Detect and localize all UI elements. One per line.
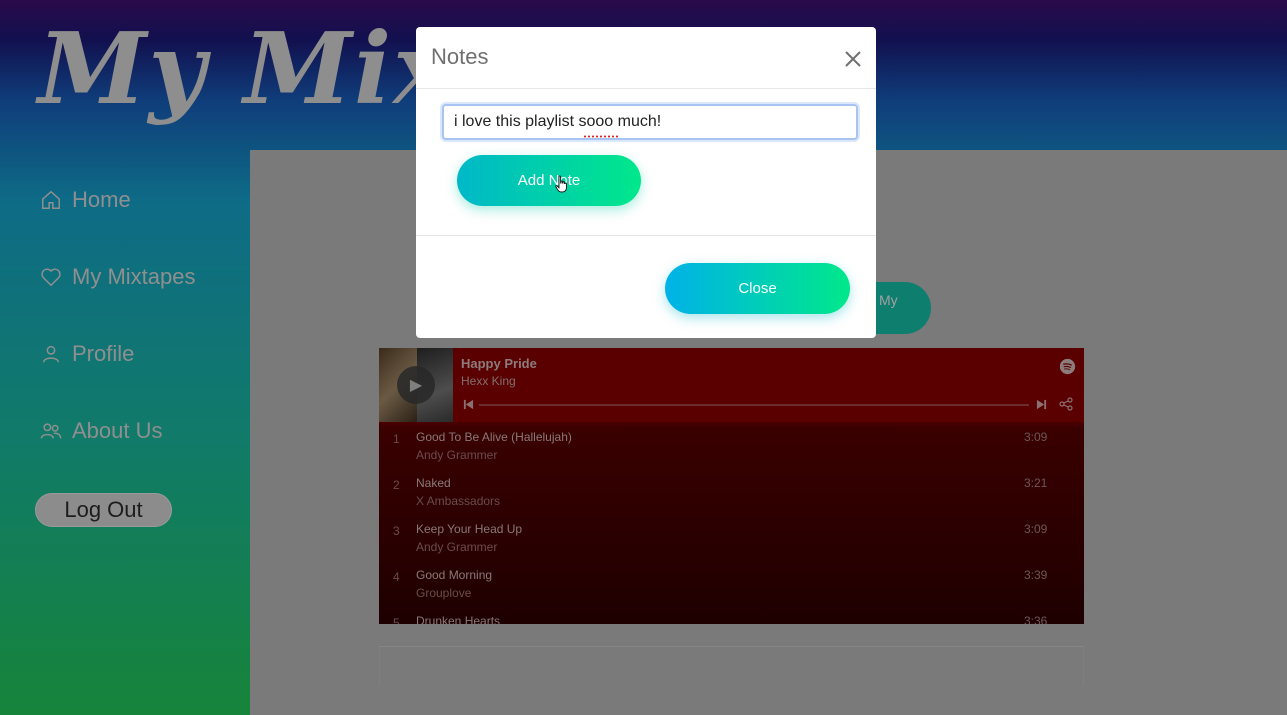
- spotify-icon[interactable]: [1059, 358, 1076, 375]
- track-number: 1: [393, 432, 400, 446]
- modal-title: Notes: [431, 44, 489, 69]
- play-icon: ▶: [409, 377, 423, 394]
- sidebar-item-label: Home: [72, 187, 131, 212]
- share-icon[interactable]: [1059, 397, 1073, 411]
- track-number: 2: [393, 478, 400, 492]
- track-number: 4: [393, 570, 400, 584]
- track-name: Naked: [416, 476, 451, 490]
- notes-area: [379, 646, 1084, 686]
- sidebar-item-profile[interactable]: Profile: [40, 341, 134, 367]
- sidebar-item-my-mixtapes[interactable]: My Mixtapes: [40, 264, 195, 290]
- track-row[interactable]: 3 Keep Your Head Up Andy Grammer 3:09: [379, 514, 1084, 560]
- heart-icon: [41, 268, 61, 287]
- sidebar-item-label: Profile: [72, 341, 135, 366]
- track-number: 3: [393, 524, 400, 538]
- spotify-player: ▶ Happy Pride Hexx King 1 Good To Be Ali…: [379, 348, 1084, 624]
- sidebar-item-label: My Mixtapes: [72, 264, 196, 289]
- play-button[interactable]: ▶: [397, 366, 435, 404]
- track-name: Keep Your Head Up: [416, 522, 523, 536]
- home-icon: [42, 190, 60, 209]
- track-row[interactable]: 5 Drunken Hearts 3:36: [379, 606, 1084, 624]
- track-artist: Andy Grammer: [416, 448, 498, 462]
- close-button[interactable]: Close: [665, 263, 850, 314]
- track-row[interactable]: 2 Naked X Ambassadors 3:21: [379, 468, 1084, 514]
- logout-button[interactable]: Log Out: [35, 493, 172, 527]
- previous-track-icon[interactable]: [463, 399, 474, 410]
- player-header: ▶ Happy Pride Hexx King: [379, 348, 1084, 422]
- track-number: 5: [393, 616, 400, 624]
- sidebar-item-about-us[interactable]: About Us: [40, 418, 163, 444]
- track-name: Good Morning: [416, 568, 493, 582]
- track-duration: 3:39: [1024, 568, 1048, 582]
- close-icon[interactable]: [843, 49, 863, 69]
- progress-bar[interactable]: [479, 404, 1029, 406]
- track-list: 1 Good To Be Alive (Hallelujah) Andy Gra…: [379, 422, 1084, 624]
- track-row[interactable]: 1 Good To Be Alive (Hallelujah) Andy Gra…: [379, 422, 1084, 468]
- track-artist: Grouplove: [416, 586, 472, 600]
- add-note-button[interactable]: Add Note: [457, 155, 641, 206]
- sidebar: Home My Mixtapes Profile About Us Log Ou…: [0, 150, 250, 715]
- track-row[interactable]: 4 Good Morning Grouplove 3:39: [379, 560, 1084, 606]
- track-duration: 3:09: [1024, 430, 1048, 444]
- track-duration: 3:09: [1024, 522, 1048, 536]
- notes-modal: Notes Add Note Close: [416, 27, 876, 338]
- next-track-icon[interactable]: [1036, 399, 1047, 410]
- playlist-artist[interactable]: Hexx King: [461, 374, 516, 388]
- note-input[interactable]: [442, 104, 858, 140]
- track-artist: X Ambassadors: [416, 494, 501, 508]
- hand-cursor-icon: [555, 175, 567, 193]
- track-name: Drunken Hearts: [416, 614, 501, 624]
- playlist-title[interactable]: Happy Pride: [461, 356, 537, 371]
- sidebar-item-label: About Us: [72, 418, 163, 443]
- track-artist: Andy Grammer: [416, 540, 498, 554]
- user-icon: [42, 345, 60, 363]
- track-name: Good To Be Alive (Hallelujah): [416, 430, 572, 444]
- track-duration: 3:21: [1024, 476, 1048, 490]
- spellcheck-underline: [583, 135, 619, 138]
- track-duration: 3:36: [1024, 614, 1048, 624]
- users-icon: [40, 423, 62, 439]
- modal-footer: Close: [416, 235, 876, 338]
- modal-header: Notes: [416, 27, 876, 89]
- sidebar-item-home[interactable]: Home: [40, 187, 131, 213]
